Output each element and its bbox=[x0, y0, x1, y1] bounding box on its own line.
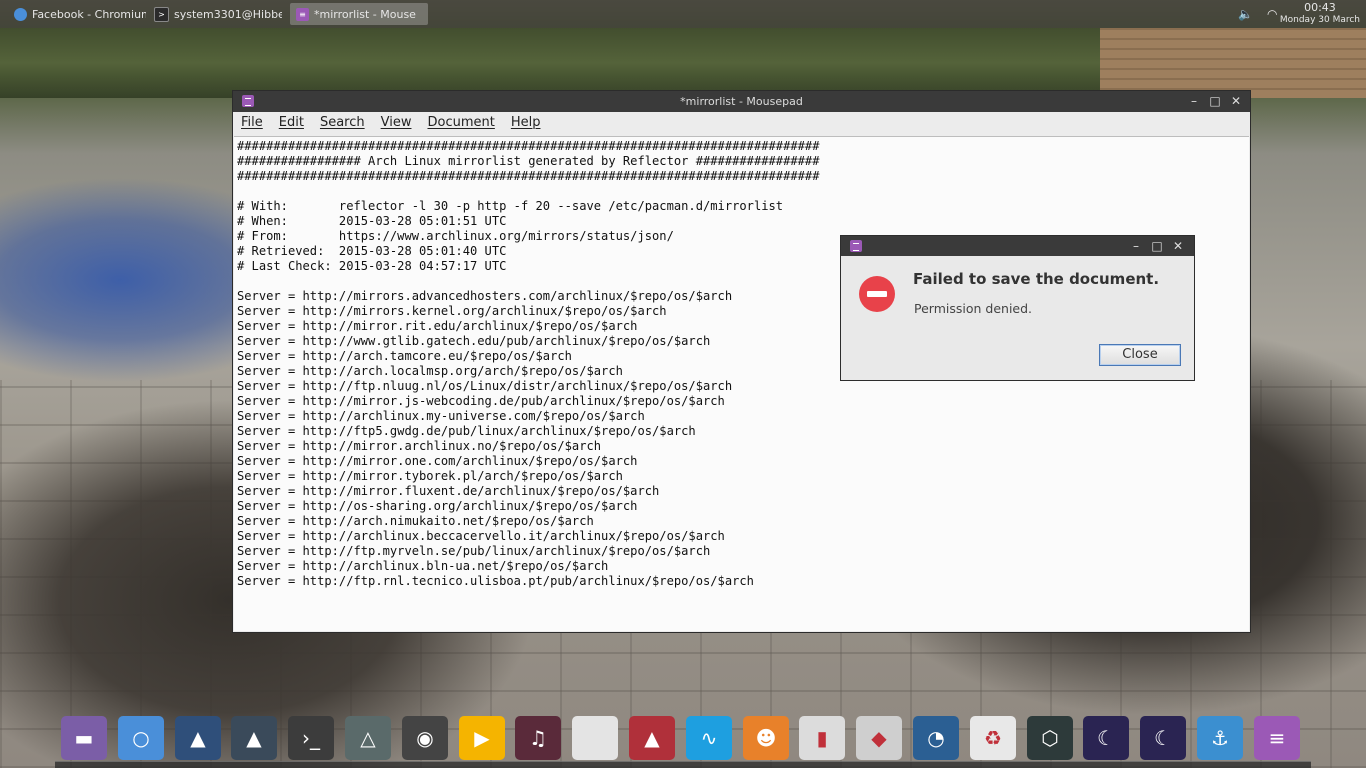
recycle-icon[interactable]: ♻ bbox=[970, 716, 1016, 760]
drive-icon[interactable]: △ bbox=[345, 716, 391, 760]
mousepad-icon: ≡ bbox=[296, 7, 309, 21]
task-mousepad[interactable]: ≡ *mirrorlist - Mouse bbox=[290, 3, 428, 25]
maximize-icon[interactable]: □ bbox=[1149, 238, 1165, 254]
room-designer-icon[interactable]: ◆ bbox=[856, 716, 902, 760]
editor-line: Server = http://archlinux.bln-ua.net/$re… bbox=[237, 559, 609, 573]
gimp-icon[interactable]: ☻ bbox=[743, 716, 789, 760]
menu-document[interactable]: Document bbox=[422, 115, 499, 130]
clock[interactable]: 00:43 Monday 30 March bbox=[1280, 2, 1360, 26]
dock: ▬ ○ ▲ ▲ ›_ △ ◉ ▶ ♫ ▲ ∿ ☻ ▮ ◆ ◔ ♻ ⬡ ☾ ☾ ⚓ ≡ bbox=[0, 706, 1366, 768]
task-label: system3301@Hibbe bbox=[174, 7, 282, 21]
editor-line: Server = http://ftp5.gwdg.de/pub/linux/a… bbox=[237, 424, 696, 438]
editor-line: Server = http://arch.nimukaito.net/$repo… bbox=[237, 514, 594, 528]
clock-date: Monday 30 March bbox=[1279, 15, 1360, 25]
terminal-icon[interactable]: ›_ bbox=[288, 716, 334, 760]
dock-shelf bbox=[55, 761, 1311, 768]
image-viewer-icon[interactable]: ▲ bbox=[175, 716, 221, 760]
editor-line: Server = http://mirror.archlinux.no/$rep… bbox=[237, 439, 602, 453]
files-icon[interactable]: ▬ bbox=[61, 716, 107, 760]
arch-icon[interactable]: ▲ bbox=[231, 716, 277, 760]
volume-icon[interactable]: 🔈 bbox=[1238, 7, 1253, 21]
dialog-titlebar[interactable]: – □ ✕ bbox=[841, 236, 1194, 256]
error-dialog: – □ ✕ Failed to save the document. Permi… bbox=[840, 235, 1195, 381]
window-titlebar[interactable]: *mirrorlist - Mousepad – □ ✕ bbox=[233, 91, 1250, 112]
dialog-message: Permission denied. bbox=[914, 301, 1033, 316]
red-app-icon[interactable]: ▲ bbox=[629, 716, 675, 760]
minimize-icon[interactable]: – bbox=[1128, 238, 1144, 254]
menu-help[interactable]: Help bbox=[506, 115, 546, 130]
close-icon[interactable]: ✕ bbox=[1170, 238, 1186, 254]
menu-search[interactable]: Search bbox=[315, 115, 370, 130]
video-editor-icon[interactable]: ▮ bbox=[799, 716, 845, 760]
menu-view[interactable]: View bbox=[376, 115, 417, 130]
wallpaper-brick-wall bbox=[1100, 28, 1366, 98]
editor-line: Server = http://mirror.fluxent.de/archli… bbox=[237, 484, 660, 498]
menu-file[interactable]: File bbox=[236, 115, 268, 130]
editor-line: Server = http://archlinux.beccacervello.… bbox=[237, 529, 725, 543]
editor-line: Server = http://mirror.js-webcoding.de/p… bbox=[237, 394, 725, 408]
error-icon bbox=[859, 276, 895, 312]
editor-line: # With: reflector -l 30 -p http -f 20 --… bbox=[237, 199, 784, 213]
blender-icon[interactable]: ◔ bbox=[913, 716, 959, 760]
maximize-icon[interactable]: □ bbox=[1207, 93, 1223, 109]
wifi-icon[interactable]: ◠ bbox=[1267, 7, 1277, 21]
headphones-icon[interactable]: ♫ bbox=[515, 716, 561, 760]
editor-line: Server = http://mirror.one.com/archlinux… bbox=[237, 454, 638, 468]
mousepad-app-icon bbox=[850, 240, 862, 252]
night-mode-2-icon[interactable]: ☾ bbox=[1140, 716, 1186, 760]
dialog-heading: Failed to save the document. bbox=[913, 270, 1160, 288]
system-monitor-icon[interactable]: ∿ bbox=[686, 716, 732, 760]
task-label: Facebook - Chromium bbox=[32, 7, 146, 21]
text-editor-area[interactable]: ########################################… bbox=[234, 136, 1249, 631]
system-tray: 🔈 ◠ bbox=[1238, 0, 1277, 28]
task-terminal[interactable]: > system3301@Hibbe bbox=[148, 3, 282, 25]
cube-icon[interactable]: ⬡ bbox=[1027, 716, 1073, 760]
editor-line: Server = http://os-sharing.org/archlinux… bbox=[237, 499, 638, 513]
chromium-icon[interactable]: ○ bbox=[118, 716, 164, 760]
editor-line: Server = http://ftp.myrveln.se/pub/linux… bbox=[237, 544, 711, 558]
editor-line: ########################################… bbox=[237, 169, 820, 183]
window-title: *mirrorlist - Mousepad bbox=[680, 95, 803, 108]
document-icon[interactable] bbox=[572, 716, 618, 760]
chromium-icon bbox=[14, 7, 27, 21]
webcam-icon[interactable]: ◉ bbox=[402, 716, 448, 760]
task-label: *mirrorlist - Mouse bbox=[314, 7, 416, 21]
top-panel: Facebook - Chromium > system3301@Hibbe ≡… bbox=[0, 0, 1366, 28]
editor-line: ################# Arch Linux mirrorlist … bbox=[237, 154, 820, 168]
night-mode-icon[interactable]: ☾ bbox=[1083, 716, 1129, 760]
close-button[interactable]: Close bbox=[1099, 344, 1181, 366]
editor-line: Server = http://ftp.nluug.nl/os/Linux/di… bbox=[237, 379, 733, 393]
task-chromium[interactable]: Facebook - Chromium bbox=[8, 3, 146, 25]
editor-line: Server = http://ftp.rnl.tecnico.ulisboa.… bbox=[237, 574, 754, 588]
editor-line: Server = http://mirror.tyborek.pl/arch/$… bbox=[237, 469, 623, 483]
close-icon[interactable]: ✕ bbox=[1228, 93, 1244, 109]
media-player-icon[interactable]: ▶ bbox=[459, 716, 505, 760]
editor-line: ########################################… bbox=[237, 139, 820, 153]
editor-line: Server = http://archlinux.my-universe.co… bbox=[237, 409, 645, 423]
menu-bar: File Edit Search View Document Help bbox=[233, 112, 1250, 133]
terminal-icon: > bbox=[154, 6, 169, 22]
text-editor-icon[interactable]: ≡ bbox=[1254, 716, 1300, 760]
anchor-icon[interactable]: ⚓ bbox=[1197, 716, 1243, 760]
menu-edit[interactable]: Edit bbox=[274, 115, 309, 130]
editor-line: # When: 2015-03-28 05:01:51 UTC bbox=[237, 214, 507, 228]
minimize-icon[interactable]: – bbox=[1186, 93, 1202, 109]
clock-time: 00:43 bbox=[1304, 1, 1336, 14]
